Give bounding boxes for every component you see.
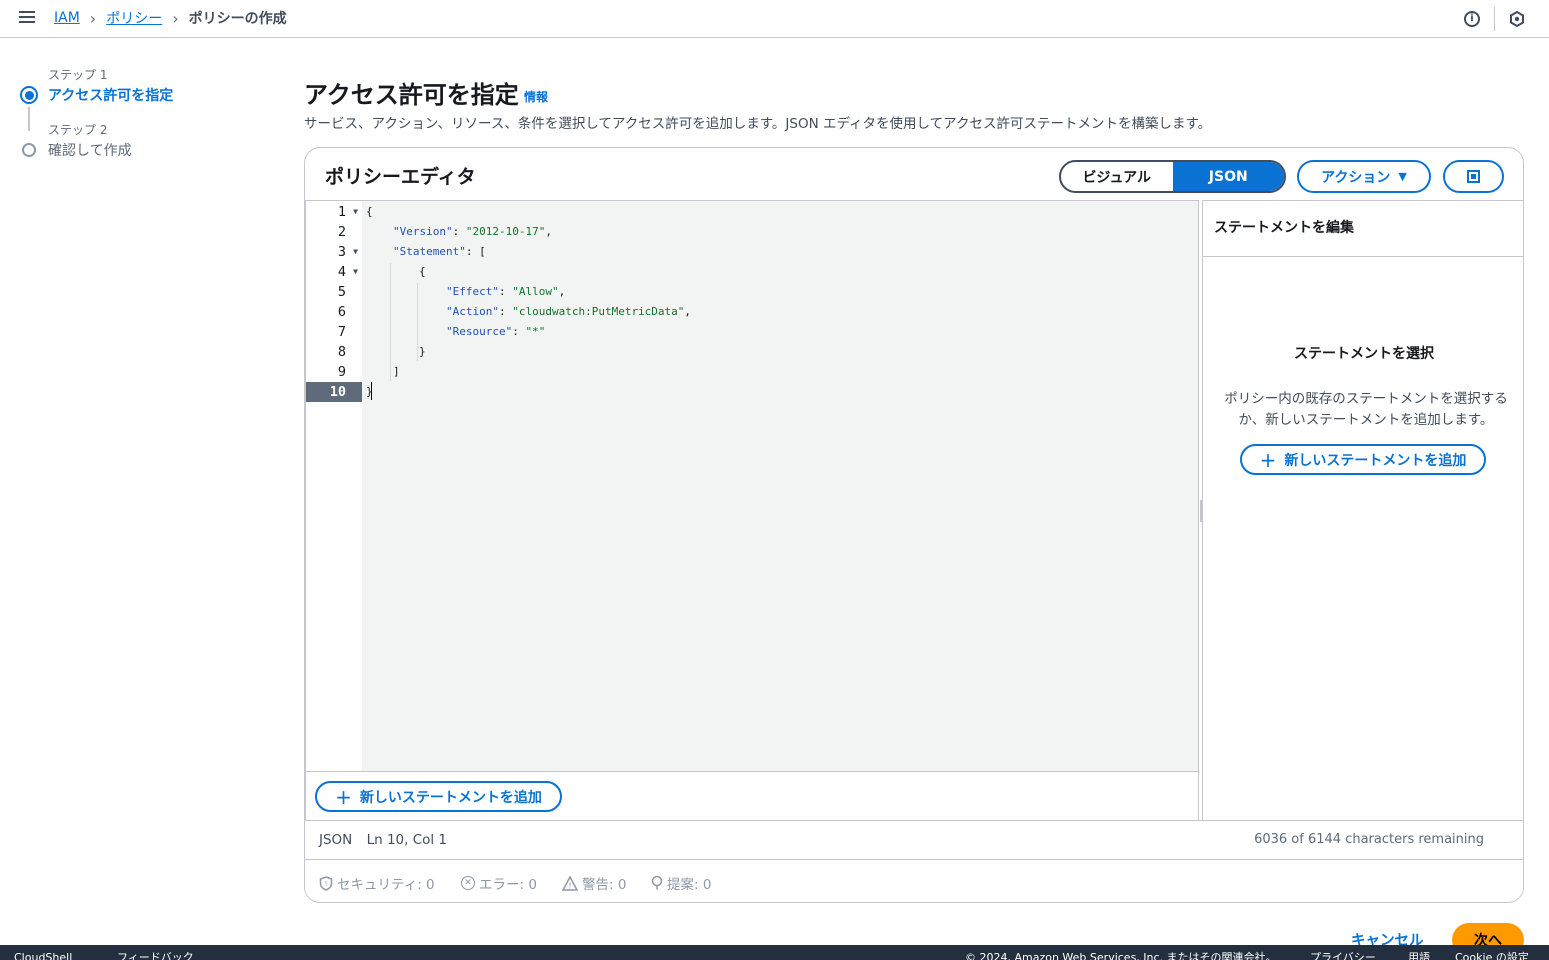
menu-icon[interactable] (19, 11, 35, 25)
warning-count[interactable]: ! 警告: 0 (562, 873, 626, 893)
svg-text:!: ! (325, 880, 328, 888)
step-inactive-indicator (22, 143, 36, 157)
fullscreen-button[interactable] (1443, 160, 1504, 193)
step-active-indicator (20, 86, 38, 104)
security-label: セキュリティ: 0 (337, 877, 435, 893)
add-statement-button-side[interactable]: + 新しいステートメントを追加 (1240, 444, 1486, 475)
page-description: サービス、アクション、リソース、条件を選択してアクセス許可を追加します。JSON… (304, 116, 1212, 132)
step-2-label: ステップ 2 (48, 123, 108, 137)
editor-status-bar: JSON Ln 10, Col 1 6036 of 6144 character… (305, 820, 1523, 860)
suggestion-count[interactable]: 提案: 0 (651, 873, 711, 893)
error-label: エラー: 0 (479, 877, 537, 893)
breadcrumb-iam[interactable]: IAM (54, 10, 80, 26)
top-navigation: IAM › ポリシー › ポリシーの作成 i (0, 0, 1549, 38)
status-cursor-position: Ln 10, Col 1 (366, 832, 448, 848)
code-line: "Resource": "*" (446, 325, 546, 338)
line-number: 2 (337, 224, 346, 240)
actions-label: アクション (1321, 169, 1391, 186)
cloudshell-link[interactable]: CloudShell (14, 952, 72, 960)
line-number: 5 (337, 284, 346, 300)
step-1-title[interactable]: アクセス許可を指定 (48, 85, 173, 105)
line-number-active: 10 (306, 382, 362, 402)
fold-arrow-icon: ▼ (353, 267, 358, 276)
json-code-editor[interactable]: 1 ▼ 2 3 ▼ 4 ▼ 5 6 7 8 9 10 { "Version": "20… (305, 200, 1199, 821)
policy-editor-title: ポリシーエディタ (325, 166, 476, 188)
shield-icon: ! (319, 875, 333, 891)
fold-arrow-icon: ▼ (353, 247, 358, 256)
feedback-link[interactable]: フィードバック (117, 952, 194, 960)
add-statement-label: 新しいステートメントを追加 (1284, 452, 1467, 469)
error-count[interactable]: ✕ エラー: 0 (461, 873, 537, 893)
text-cursor (371, 382, 372, 400)
line-number: 6 (337, 304, 346, 320)
chevron-right-icon: › (89, 8, 97, 28)
mode-json-button[interactable]: JSON (1172, 162, 1284, 191)
plus-icon: + (335, 784, 352, 809)
actions-dropdown[interactable]: アクション ▼ (1297, 160, 1431, 193)
empty-state-title: ステートメントを選択 (1294, 346, 1434, 362)
indent-guide (390, 263, 391, 381)
code-line: "Action": "cloudwatch:PutMetricData", (446, 305, 692, 318)
divider (1494, 6, 1495, 31)
line-number: 1 ▼ (337, 204, 358, 220)
line-number: 9 (337, 364, 346, 380)
settings-hex-icon[interactable] (1509, 10, 1525, 27)
validation-summary: ! セキュリティ: 0 ✕ エラー: 0 ! 警告: 0 提案: 0 (305, 860, 1523, 902)
plus-icon: + (1259, 447, 1277, 472)
wizard-steps: ステップ 1 アクセス許可を指定 ステップ 2 確認して作成 (20, 66, 250, 160)
warning-icon: ! (562, 875, 578, 891)
step-1-label: ステップ 1 (48, 68, 108, 82)
line-number: 4 ▼ (337, 264, 358, 280)
statement-side-panel: ステートメントを編集 ステートメントを選択 ポリシー内の既存のステートメントを選… (1203, 200, 1523, 820)
error-x-icon: ✕ (461, 876, 475, 890)
copyright-text: © 2024, Amazon Web Services, Inc. またはその関… (965, 951, 1277, 960)
chevron-right-icon: › (172, 8, 179, 28)
code-line: ] (393, 365, 400, 378)
cookie-settings-link[interactable]: Cookie の設定 (1455, 952, 1529, 960)
code-line: "Statement": [ (393, 245, 486, 258)
breadcrumb: IAM › ポリシー › ポリシーの作成 (54, 8, 287, 28)
warning-label: 警告: 0 (582, 877, 627, 893)
lightbulb-icon (651, 875, 663, 890)
svg-text:!: ! (568, 881, 571, 890)
fullscreen-icon (1467, 170, 1480, 183)
line-number: 7 (337, 324, 346, 340)
add-statement-button[interactable]: + 新しいステートメントを追加 (315, 781, 562, 812)
mode-visual-button[interactable]: ビジュアル (1061, 162, 1173, 191)
policy-editor: ポリシーエディタ ビジュアル JSON アクション ▼ 1 ▼ 2 3 ▼ 4 ▼ 5… (304, 147, 1524, 903)
add-statement-label: 新しいステートメントを追加 (359, 789, 542, 806)
security-count[interactable]: ! セキュリティ: 0 (319, 873, 435, 893)
step-2-title: 確認して作成 (48, 143, 132, 159)
caret-down-icon: ▼ (1398, 170, 1407, 183)
indent-guide (417, 283, 418, 361)
suggestion-label: 提案: 0 (667, 877, 712, 893)
console-footer: CloudShell フィードバック © 2024, Amazon Web Se… (0, 945, 1549, 960)
fold-arrow-icon: ▼ (353, 207, 358, 216)
code-line: { (366, 205, 373, 218)
privacy-link[interactable]: プライバシー (1310, 952, 1376, 960)
page-title: アクセス許可を指定 (304, 81, 519, 109)
step-connector (28, 107, 30, 131)
info-link[interactable]: 情報 (524, 88, 548, 105)
code-line: { (419, 265, 426, 278)
code-line: "Version": "2012-10-17", (393, 225, 552, 238)
code-line: "Effect": "Allow", (446, 285, 566, 298)
breadcrumb-current: ポリシーの作成 (188, 11, 287, 27)
status-mode: JSON (319, 832, 353, 848)
line-number: 3 ▼ (337, 244, 358, 260)
breadcrumb-policies[interactable]: ポリシー (106, 8, 162, 28)
empty-state-description: ポリシー内の既存のステートメントを選択するか、新しいステートメントを追加します。 (1224, 391, 1508, 428)
terms-link[interactable]: 用語 (1408, 952, 1430, 960)
characters-remaining: 6036 of 6144 characters remaining (1254, 832, 1484, 847)
code-line: } (419, 345, 426, 358)
side-panel-header: ステートメントを編集 (1203, 201, 1523, 257)
info-icon[interactable]: i (1464, 10, 1480, 27)
code-footer: + 新しいステートメントを追加 (306, 771, 1198, 821)
editor-mode-toggle: ビジュアル JSON (1059, 160, 1286, 193)
line-number: 8 (337, 344, 346, 360)
